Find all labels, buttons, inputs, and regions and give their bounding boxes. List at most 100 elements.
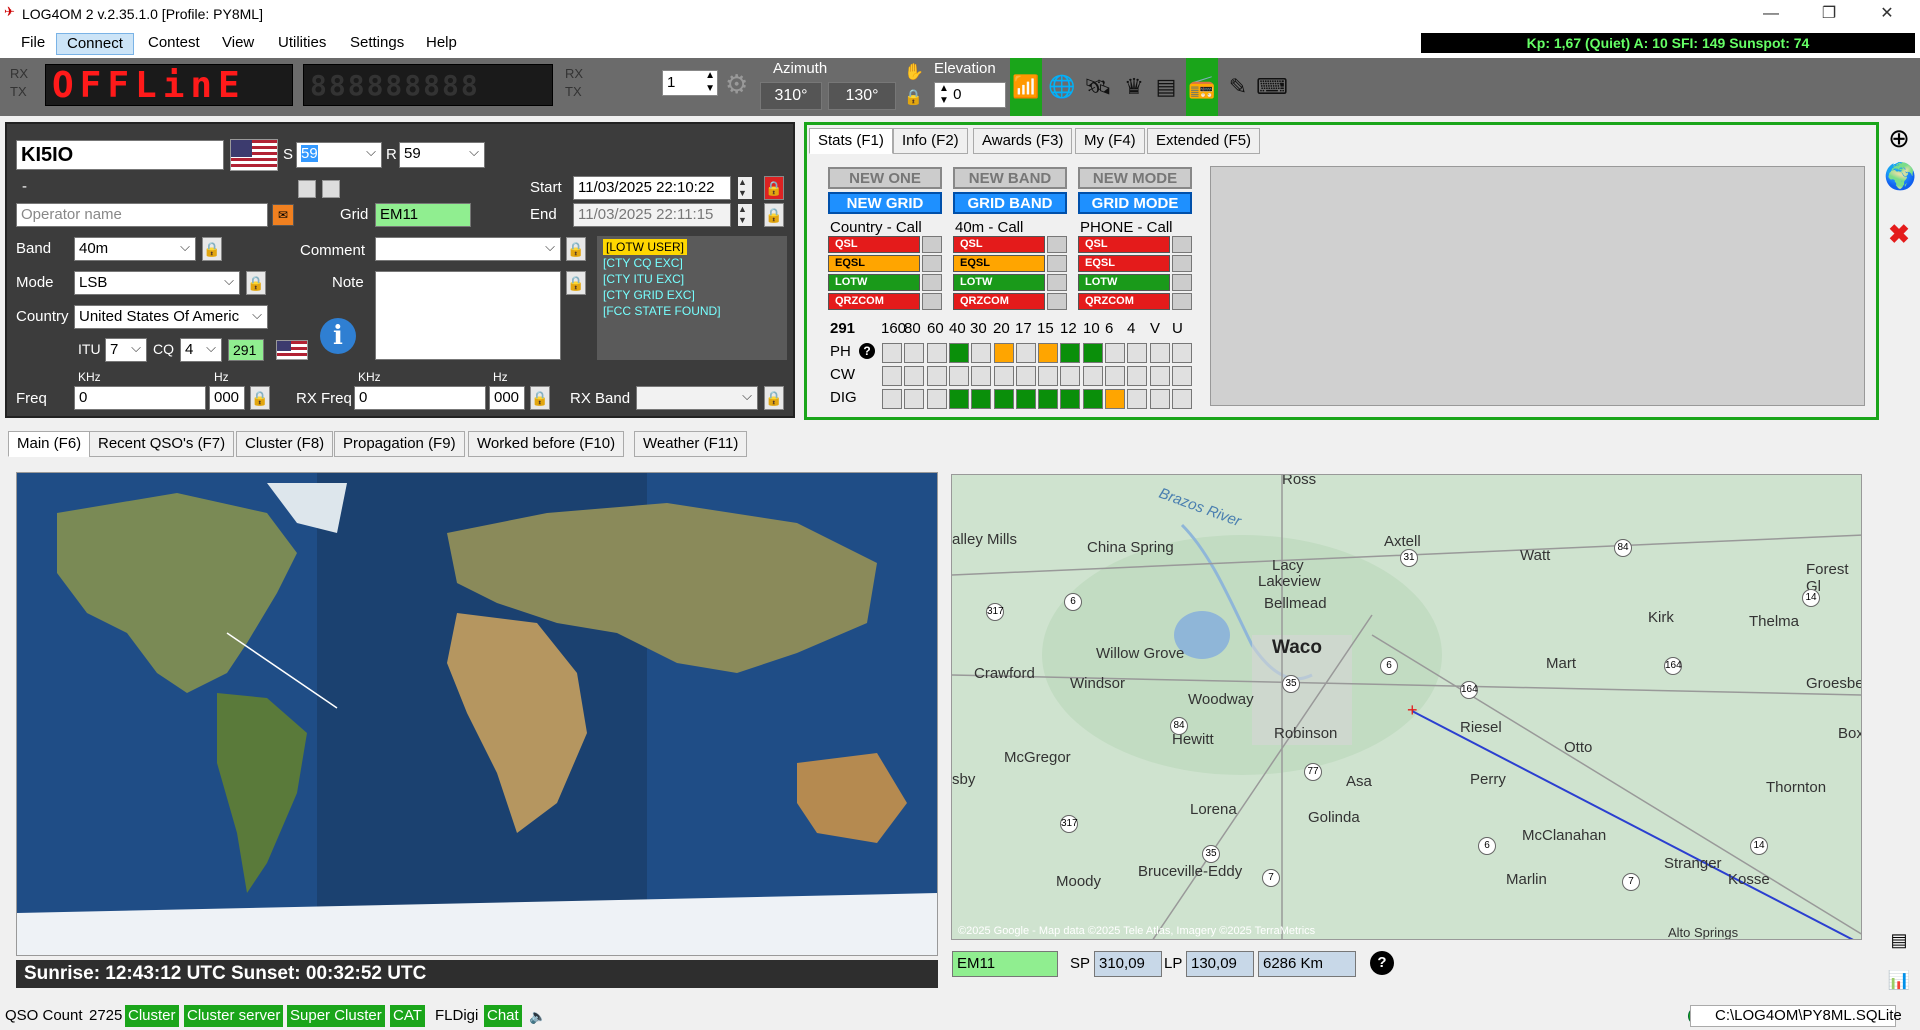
status-chat[interactable]: Chat <box>484 1005 522 1027</box>
status-cluster[interactable]: Cluster <box>125 1005 179 1027</box>
rxband-select[interactable] <box>636 385 758 410</box>
minimize-button[interactable]: — <box>1742 0 1800 28</box>
band-header-4: 4 <box>1127 320 1136 337</box>
tab-awards[interactable]: Awards (F3) <box>973 128 1073 154</box>
info-icon[interactable]: i <box>320 318 356 354</box>
rxfreq-lock-icon[interactable]: 🔒 <box>530 386 550 410</box>
status-cluster-server[interactable]: Cluster server <box>184 1005 284 1027</box>
menu-view[interactable]: View <box>212 33 264 55</box>
menu-settings[interactable]: Settings <box>340 33 414 55</box>
freq-khz-input[interactable]: 0 <box>74 386 206 410</box>
start-datetime[interactable]: 11/03/2025 22:10:22 <box>573 176 731 200</box>
new-band-button[interactable]: NEW BAND <box>953 167 1067 189</box>
rst-sent-select[interactable]: 59 <box>296 141 382 168</box>
status-super-cluster[interactable]: Super Cluster <box>287 1005 385 1027</box>
keyboard-icon[interactable]: ⌨ <box>1256 70 1288 104</box>
tab-stats[interactable]: Stats (F1) <box>809 128 893 154</box>
radio-icon[interactable]: 📻 <box>1186 58 1218 116</box>
band-lock-icon[interactable]: 🔒 <box>202 237 222 261</box>
note-textarea[interactable] <box>375 271 561 360</box>
menu-file[interactable]: File <box>11 33 55 55</box>
tab-info[interactable]: Info (F2) <box>893 128 968 154</box>
tab-weather[interactable]: Weather (F11) <box>634 431 748 457</box>
dash-label: - <box>22 178 27 195</box>
close-button[interactable]: ✕ <box>1858 0 1916 28</box>
award-icon[interactable]: ♛ <box>1118 70 1150 104</box>
tab-recent-qsos[interactable]: Recent QSO's (F7) <box>89 431 235 457</box>
worked-cell-cw-0 <box>882 366 902 386</box>
grid-mode-button[interactable]: GRID MODE <box>1078 192 1192 214</box>
azimuth-lp[interactable]: 130° <box>828 82 896 110</box>
start-spinner[interactable]: ▲ ▼ <box>738 177 752 199</box>
freq-hz-input[interactable]: 000 <box>209 386 245 410</box>
menu-contest[interactable]: Contest <box>138 33 210 55</box>
map-copyright: ©2025 Google - Map data ©2025 Tele Atlas… <box>958 925 1316 937</box>
end-spinner[interactable]: ▲ ▼ <box>738 204 752 226</box>
start-lock-icon[interactable]: 🔒 <box>764 176 784 200</box>
callsign-input[interactable]: KI5IO <box>16 140 224 170</box>
speaker-icon[interactable]: 🔈 <box>526 1005 549 1027</box>
end-datetime[interactable]: 11/03/2025 22:11:15 <box>573 203 731 227</box>
tag-lotw-user: [LOTW USER] <box>603 239 688 255</box>
elevation-input[interactable]: ▲ ▼ 0 <box>934 82 1006 108</box>
tab-worked-before[interactable]: Worked before (F10) <box>468 431 625 457</box>
comment-input[interactable] <box>375 236 561 261</box>
help-icon[interactable]: ? <box>859 343 875 359</box>
operator-name-input[interactable]: Operator name <box>16 203 268 227</box>
tab-cluster[interactable]: Cluster (F8) <box>236 431 334 457</box>
gear-icon[interactable]: ⚙ <box>725 70 753 98</box>
globe-icon[interactable]: 🌐 <box>1046 70 1078 104</box>
satellite-icon[interactable]: 🛰 <box>1082 70 1114 104</box>
mode-lock-icon[interactable]: 🔒 <box>246 271 266 295</box>
end-lock-icon[interactable]: 🔒 <box>764 203 784 227</box>
tab-propagation[interactable]: Propagation (F9) <box>334 431 465 457</box>
counter-spinner[interactable]: 1 ▲ ▼ <box>662 70 718 96</box>
antenna-icon[interactable]: 📶 <box>1010 58 1042 116</box>
mode-select[interactable]: LSB <box>74 270 240 295</box>
comment-lock-icon[interactable]: 🔒 <box>566 237 586 261</box>
chart-side-icon[interactable]: 📊 <box>1884 964 1914 996</box>
globe-side-icon[interactable]: 🌍 <box>1884 160 1916 192</box>
menu-connect[interactable]: Connect <box>56 33 134 55</box>
grid-input[interactable]: EM11 <box>375 203 471 227</box>
freq-lock-icon[interactable]: 🔒 <box>250 386 270 410</box>
elevation-lock-icon[interactable]: 🔒 <box>904 88 924 108</box>
rst-rcvd-select[interactable]: 59 <box>399 141 485 168</box>
menu-utilities[interactable]: Utilities <box>268 33 336 55</box>
operator-lookup-icon[interactable]: ✉ <box>272 204 294 226</box>
service-box-2-3 <box>1172 293 1192 310</box>
menu-help[interactable]: Help <box>416 33 467 55</box>
add-icon[interactable]: ⊕ <box>1884 122 1914 154</box>
country-select[interactable]: United States Of Americ <box>74 305 268 329</box>
database-icon[interactable]: ▤ <box>1150 70 1182 104</box>
note-lock-icon[interactable]: 🔒 <box>566 271 586 295</box>
rxband-lock-icon[interactable]: 🔒 <box>764 386 784 410</box>
status-fldigi[interactable]: FLDigi <box>432 1005 481 1027</box>
new-grid-button[interactable]: NEW GRID <box>828 192 942 214</box>
bearing-help-icon[interactable]: ? <box>1370 951 1394 975</box>
tab-my[interactable]: My (F4) <box>1075 128 1145 154</box>
checkbox-1[interactable] <box>298 180 316 198</box>
checkbox-2[interactable] <box>322 180 340 198</box>
new-one-button[interactable]: NEW ONE <box>828 167 942 189</box>
cq-select[interactable]: 4 <box>180 337 222 362</box>
band-select[interactable]: 40m <box>74 236 196 261</box>
mode-label-cw: CW <box>830 366 855 383</box>
clear-icon[interactable]: ✖ <box>1884 218 1914 250</box>
rxfreq-hz-input[interactable]: 000 <box>489 386 525 410</box>
restore-button[interactable]: ❐ <box>1800 0 1858 28</box>
worked-cell-ph-9 <box>1082 343 1103 363</box>
world-map[interactable] <box>16 472 938 956</box>
status-cat[interactable]: CAT <box>390 1005 425 1027</box>
grid-band-button[interactable]: GRID BAND <box>953 192 1067 214</box>
itu-select[interactable]: 7 <box>105 337 147 362</box>
stop-rotator-icon[interactable]: ✋ <box>902 62 926 84</box>
pen-icon[interactable]: ✎ <box>1222 70 1254 104</box>
tab-extended[interactable]: Extended (F5) <box>1147 128 1261 154</box>
azimuth-sp[interactable]: 310° <box>760 82 822 110</box>
local-map[interactable]: + Brazos River Ross alley Mills China Sp… <box>951 474 1862 940</box>
rxfreq-khz-input[interactable]: 0 <box>354 386 486 410</box>
list-side-icon[interactable]: ▤ <box>1884 924 1914 956</box>
new-mode-button[interactable]: NEW MODE <box>1078 167 1192 189</box>
tab-main[interactable]: Main (F6) <box>8 431 91 457</box>
